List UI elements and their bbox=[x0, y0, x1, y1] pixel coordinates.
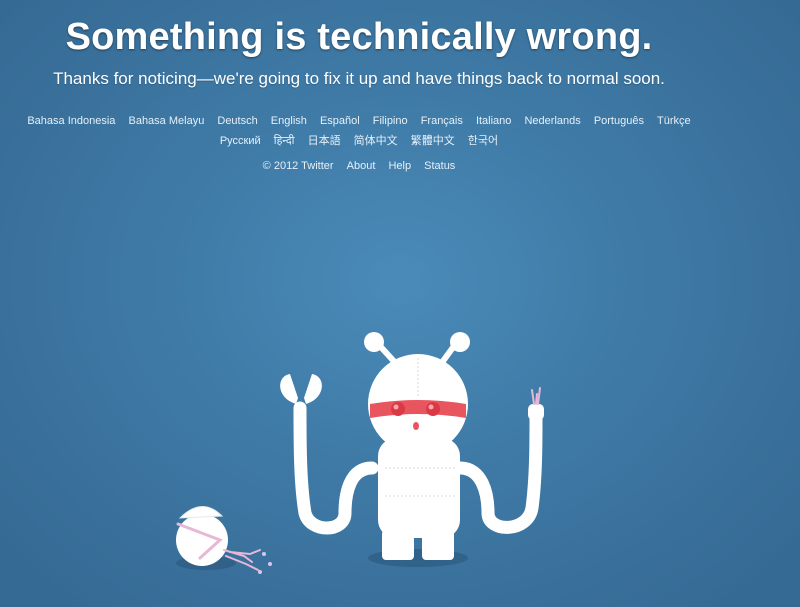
robot-claw-left-2 bbox=[304, 374, 322, 404]
robot-illustration bbox=[176, 332, 544, 574]
language-link-japanese[interactable]: 日本語 bbox=[308, 135, 341, 147]
antenna-right-ball bbox=[450, 332, 470, 352]
robot-wires-right bbox=[531, 387, 541, 405]
robot-leg-right bbox=[422, 530, 454, 560]
footer-link-about[interactable]: About bbox=[347, 160, 376, 172]
page-title: Something is technically wrong. bbox=[65, 16, 653, 58]
robot-arm-right bbox=[453, 411, 543, 534]
language-link-francais[interactable]: Français bbox=[421, 115, 463, 127]
copyright-text: © 2012 Twitter bbox=[262, 160, 334, 172]
language-link-traditional-chinese[interactable]: 繁體中文 bbox=[411, 135, 455, 147]
language-link-turkce[interactable]: Türkçe bbox=[657, 115, 691, 127]
language-link-hindi[interactable]: हिन्दी bbox=[274, 135, 295, 147]
language-link-nederlands[interactable]: Nederlands bbox=[524, 115, 580, 127]
robot-eye-right bbox=[426, 402, 440, 416]
broken-head-lid bbox=[178, 506, 224, 519]
footer-link-status[interactable]: Status bbox=[424, 160, 455, 172]
language-list-row-1: Bahasa Indonesia Bahasa Melayu Deutsch E… bbox=[0, 114, 718, 128]
page-subtitle: Thanks for noticing—we're going to fix i… bbox=[53, 69, 665, 88]
language-link-espanol[interactable]: Español bbox=[320, 115, 360, 127]
language-link-italiano[interactable]: Italiano bbox=[476, 115, 511, 127]
wire-end-1 bbox=[262, 552, 266, 556]
robot-eye-right-glint bbox=[428, 404, 434, 410]
robot-mouth bbox=[413, 422, 419, 430]
language-link-english[interactable]: English bbox=[271, 115, 307, 127]
language-link-korean[interactable]: 한국어 bbox=[468, 135, 498, 147]
robot-arm-right-stub bbox=[528, 404, 544, 420]
language-link-portugues[interactable]: Português bbox=[594, 115, 644, 127]
antenna-left-ball bbox=[364, 332, 384, 352]
language-link-bahasa-indonesia[interactable]: Bahasa Indonesia bbox=[27, 115, 115, 127]
language-link-simplified-chinese[interactable]: 简体中文 bbox=[354, 135, 398, 147]
robot-arm-left bbox=[293, 401, 379, 535]
language-list-row-2: Русский हिन्दी 日本語 简体中文 繁體中文 한국어 bbox=[0, 134, 718, 148]
wire-end-2 bbox=[268, 562, 272, 566]
language-link-russian[interactable]: Русский bbox=[220, 135, 261, 147]
language-link-deutsch[interactable]: Deutsch bbox=[217, 115, 257, 127]
footer-link-help[interactable]: Help bbox=[388, 160, 411, 172]
language-link-bahasa-melayu[interactable]: Bahasa Melayu bbox=[128, 115, 204, 127]
robot-eye-left bbox=[391, 402, 405, 416]
language-link-filipino[interactable]: Filipino bbox=[373, 115, 408, 127]
footer-links: © 2012 Twitter About Help Status bbox=[0, 159, 718, 173]
robot-leg-left bbox=[382, 530, 414, 560]
wire-end-3 bbox=[258, 570, 262, 574]
robot-eye-left-glint bbox=[393, 404, 399, 410]
robot-claw-left bbox=[280, 374, 298, 404]
